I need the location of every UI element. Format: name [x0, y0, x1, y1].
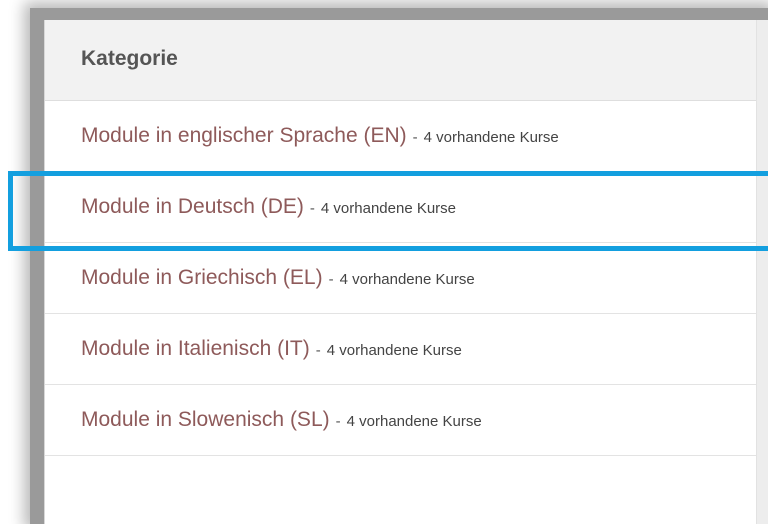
course-count: 4 vorhandene Kurse: [339, 271, 475, 288]
course-count: 4 vorhandene Kurse: [320, 200, 457, 217]
category-row-en[interactable]: Module in englischer Sprache (EN) -4 vorh…: [45, 101, 757, 172]
category-row-content: Module in Slowenisch (SL) -4 vorhandene K…: [81, 408, 482, 432]
category-link-de[interactable]: Module in Deutsch (DE): [81, 195, 304, 218]
category-link-it[interactable]: Module in Italienisch (IT): [81, 337, 310, 360]
category-row-content: Module in Griechisch (EL) -4 vorhandene K…: [81, 266, 475, 290]
category-row-content: Module in Italienisch (IT) -4 vorhandene …: [81, 337, 462, 361]
column-header-kategorie: Kategorie: [81, 47, 178, 70]
category-row-content: Module in Deutsch (DE) -4 vorhandene Kurs…: [81, 195, 456, 219]
category-row-it[interactable]: Module in Italienisch (IT) -4 vorhandene …: [45, 314, 757, 385]
category-panel: Kategorie Module in englischer Sprache (…: [44, 20, 768, 524]
category-link-el[interactable]: Module in Griechisch (EL): [81, 266, 323, 289]
category-link-en[interactable]: Module in englischer Sprache (EN): [81, 124, 407, 147]
table-header: Kategorie: [45, 20, 757, 101]
category-row-content: Module in englischer Sprache (EN) -4 vorh…: [81, 124, 559, 148]
category-row-el[interactable]: Module in Griechisch (EL) -4 vorhandene K…: [45, 243, 757, 314]
separator: -: [315, 342, 321, 359]
separator: -: [335, 413, 341, 430]
separator: -: [309, 200, 315, 217]
separator: -: [412, 129, 418, 146]
course-count: 4 vorhandene Kurse: [326, 342, 462, 359]
category-row-de[interactable]: Module in Deutsch (DE) -4 vorhandene Kurs…: [45, 172, 757, 243]
course-count: 4 vorhandene Kurse: [423, 129, 559, 146]
course-count: 4 vorhandene Kurse: [346, 413, 482, 430]
category-link-sl[interactable]: Module in Slowenisch (SL): [81, 408, 330, 431]
separator: -: [328, 271, 334, 288]
scrollbar[interactable]: [756, 20, 768, 524]
category-row-sl[interactable]: Module in Slowenisch (SL) -4 vorhandene K…: [45, 385, 757, 456]
